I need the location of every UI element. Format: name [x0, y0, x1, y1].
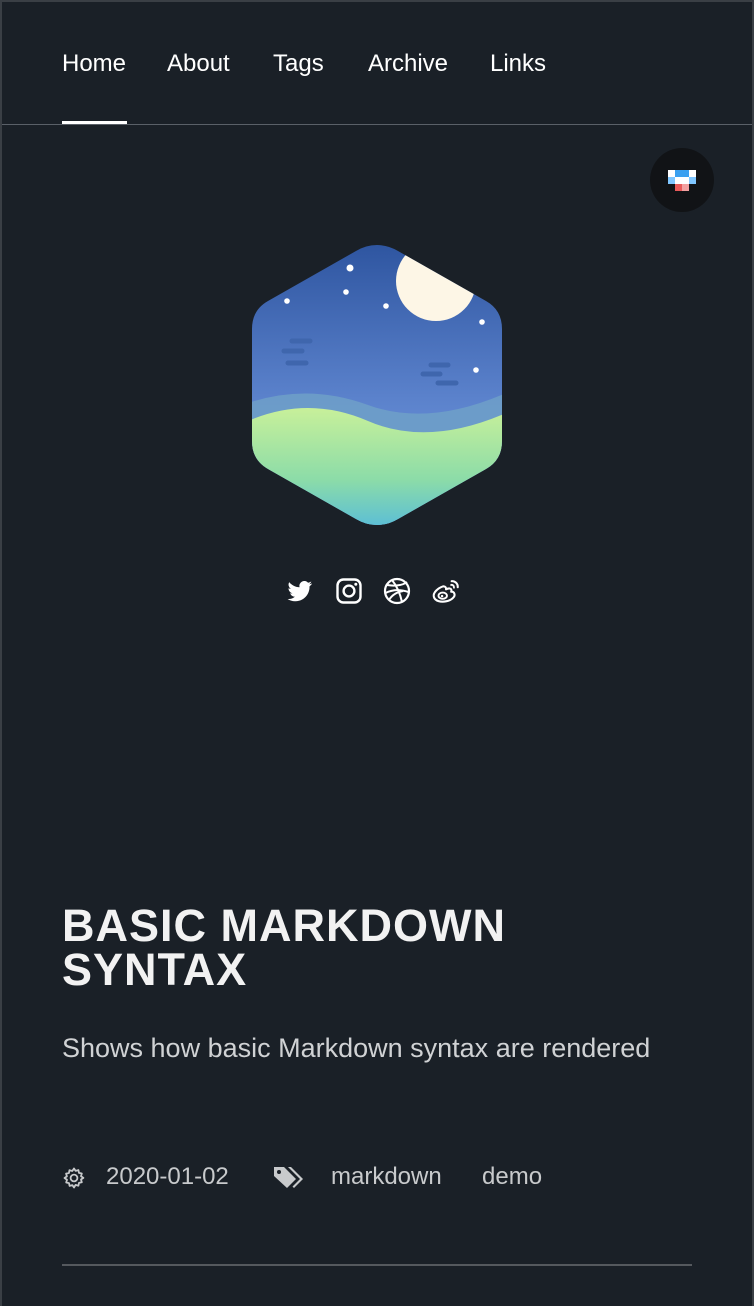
nav-item-archive[interactable]: Archive — [368, 50, 448, 78]
nav-item-home[interactable]: Home — [62, 50, 126, 78]
post-date: 2020-01-02 — [106, 1163, 229, 1190]
post-divider — [62, 1264, 692, 1266]
active-nav-indicator — [62, 121, 127, 124]
post-title[interactable]: Basic Markdown Syntax — [62, 903, 692, 992]
tags-icon — [274, 1167, 303, 1188]
instagram-icon[interactable] — [334, 576, 364, 606]
theme-toggle-button[interactable] — [650, 148, 714, 212]
weibo-icon[interactable] — [431, 576, 461, 606]
top-navigation: Home About Tags Archive Links — [2, 2, 752, 125]
gear-icon — [63, 1167, 85, 1189]
nav-item-links[interactable]: Links — [490, 50, 546, 78]
nav-item-about[interactable]: About — [167, 50, 230, 78]
night-landscape-hexagon-avatar — [252, 245, 502, 525]
twitter-icon[interactable] — [285, 576, 315, 606]
tag-link[interactable]: markdown — [331, 1162, 442, 1192]
theme-toggle-icon — [668, 170, 696, 191]
post-description: Shows how basic Markdown syntax are rend… — [62, 1033, 651, 1063]
browser-frame — [0, 0, 754, 1306]
dribbble-icon[interactable] — [382, 576, 412, 606]
nav-item-tags[interactable]: Tags — [273, 50, 324, 78]
tag-link[interactable]: demo — [482, 1162, 542, 1192]
